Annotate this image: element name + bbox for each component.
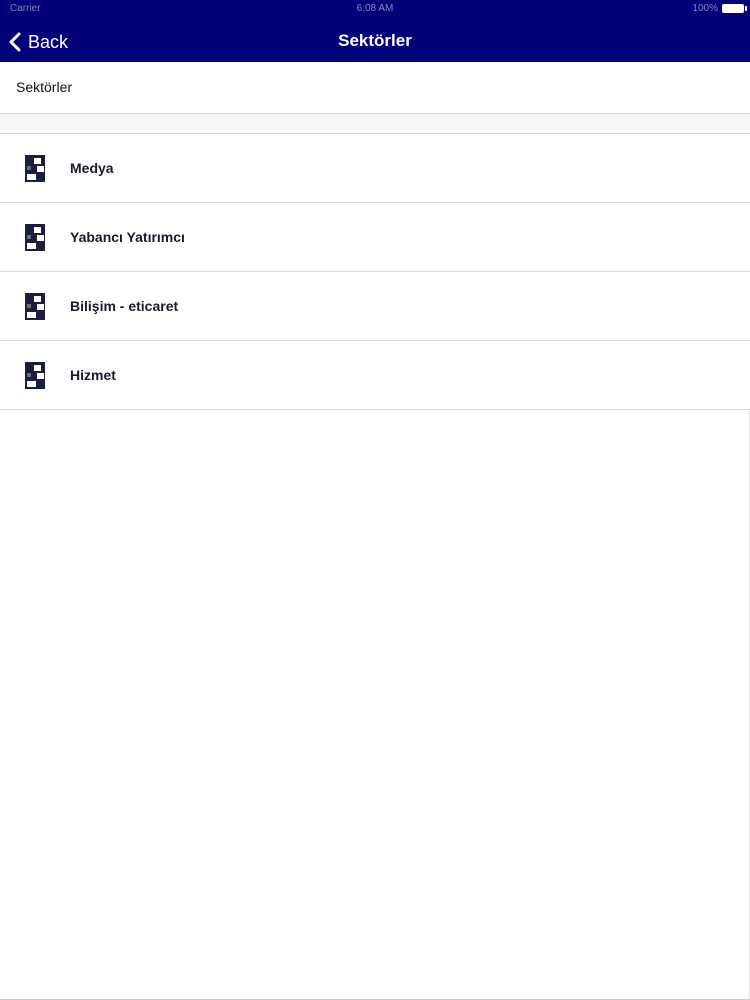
- list-item-label: Yabancı Yatırımcı: [70, 229, 185, 245]
- building-icon: [25, 155, 45, 182]
- status-battery: 100%: [692, 3, 747, 14]
- battery-icon: [722, 4, 747, 13]
- building-icon: [25, 293, 45, 320]
- building-icon: [25, 362, 45, 389]
- list-item-label: Bilişim - eticaret: [70, 298, 179, 314]
- page-title: Sektörler: [338, 31, 412, 50]
- status-bar: Carrier 6:08 AM 100%: [0, 0, 750, 18]
- section-header: Sektörler: [0, 62, 750, 114]
- list-item-label: Medya: [70, 160, 114, 176]
- empty-content-area: [0, 411, 750, 1000]
- status-battery-label: 100%: [692, 3, 718, 14]
- list-item-label: Hizmet: [70, 367, 116, 383]
- list-item[interactable]: Bilişim - eticaret: [0, 272, 750, 341]
- section-header-label: Sektörler: [16, 79, 73, 95]
- section-spacer: [0, 114, 750, 134]
- list-item[interactable]: Yabancı Yatırımcı: [0, 203, 750, 272]
- sector-list: Medya Yabancı Yatırımcı Bilişim - eticar…: [0, 134, 750, 410]
- building-icon: [25, 224, 45, 251]
- screen: Carrier 6:08 AM 100% Back Sektörler Sekt…: [0, 0, 750, 1000]
- list-item[interactable]: Medya: [0, 134, 750, 203]
- list-item[interactable]: Hizmet: [0, 341, 750, 410]
- navigation-bar: Carrier 6:08 AM 100% Back Sektörler: [0, 0, 750, 62]
- status-time: 6:08 AM: [356, 3, 394, 14]
